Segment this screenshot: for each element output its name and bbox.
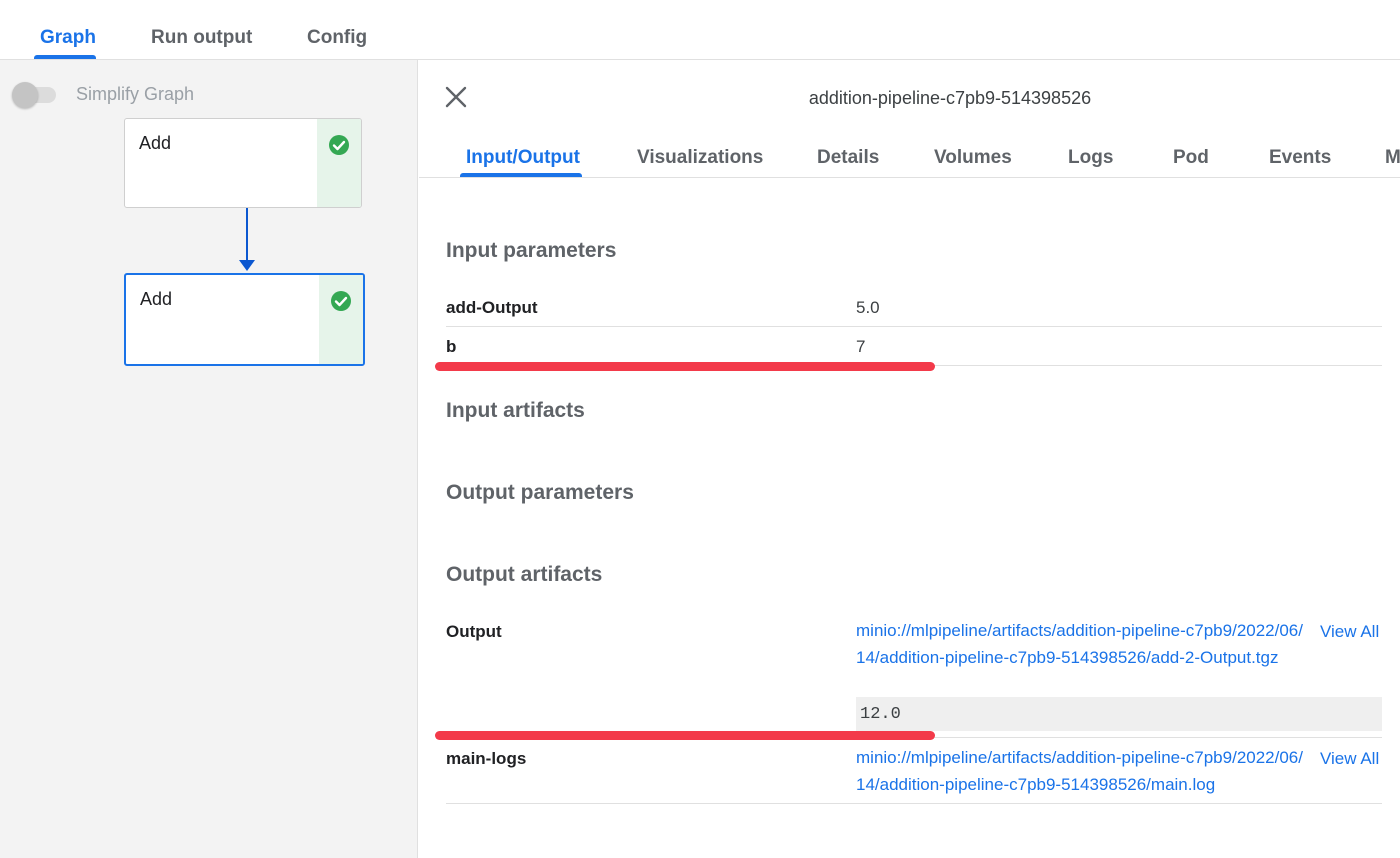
artifact-key: main-logs (446, 749, 527, 768)
view-all-link[interactable]: View All (1320, 622, 1379, 642)
tab-visualizations[interactable]: Visualizations (637, 147, 763, 169)
row-divider (446, 803, 1382, 804)
tab-overflow[interactable]: M (1385, 147, 1400, 169)
graph-edge-arrowhead (239, 260, 255, 271)
param-value: 5.0 (856, 298, 880, 317)
detail-tab-bar: Input/Output Visualizations Details Volu… (419, 120, 1400, 178)
active-subtab-indicator (460, 173, 582, 177)
detail-title: addition-pipeline-c7pb9-514398526 (808, 88, 1092, 108)
tab-logs[interactable]: Logs (1068, 147, 1113, 169)
tab-config[interactable]: Config (307, 27, 367, 49)
tab-pod[interactable]: Pod (1173, 147, 1209, 169)
artifact-uri-link[interactable]: minio://mlpipeline/artifacts/addition-pi… (856, 617, 1306, 671)
artifact-preview: 12.0 (856, 697, 1382, 731)
top-tab-bar: Graph Run output Config (0, 0, 1400, 60)
artifact-uri-link[interactable]: minio://mlpipeline/artifacts/addition-pi… (856, 744, 1306, 798)
node-label: Add (139, 133, 172, 153)
tab-input-output[interactable]: Input/Output (466, 147, 580, 169)
simplify-graph-label: Simplify Graph (76, 84, 195, 104)
param-value: 7 (856, 337, 866, 356)
graph-node-add-2[interactable]: Add (124, 273, 365, 366)
annotation-underline (435, 731, 935, 740)
output-parameters-heading: Output parameters (446, 481, 634, 504)
simplify-graph-toggle[interactable] (12, 80, 58, 108)
graph-edge (246, 208, 248, 262)
output-artifacts-heading: Output artifacts (446, 563, 603, 586)
tab-details[interactable]: Details (817, 147, 879, 169)
annotation-underline (435, 362, 935, 371)
node-status-cell (317, 119, 361, 207)
param-key: b (446, 337, 457, 356)
input-parameters-heading: Input parameters (446, 239, 617, 262)
graph-pane: Simplify Graph Add Add (0, 60, 418, 858)
toggle-thumb (12, 82, 38, 108)
check-circle-icon (329, 135, 349, 155)
node-label: Add (140, 289, 173, 309)
tab-graph[interactable]: Graph (40, 27, 96, 49)
param-key: add-Output (446, 298, 538, 317)
node-status-cell (319, 275, 363, 364)
graph-node-add-1[interactable]: Add (124, 118, 362, 208)
active-tab-indicator (34, 55, 96, 59)
check-circle-icon (331, 291, 351, 311)
artifact-key: Output (446, 622, 502, 641)
view-all-link[interactable]: View All (1320, 749, 1379, 769)
input-artifacts-heading: Input artifacts (446, 399, 585, 422)
tab-run-output[interactable]: Run output (151, 27, 252, 49)
tab-volumes[interactable]: Volumes (934, 147, 1012, 169)
row-divider (446, 326, 1382, 327)
tab-events[interactable]: Events (1269, 147, 1331, 169)
